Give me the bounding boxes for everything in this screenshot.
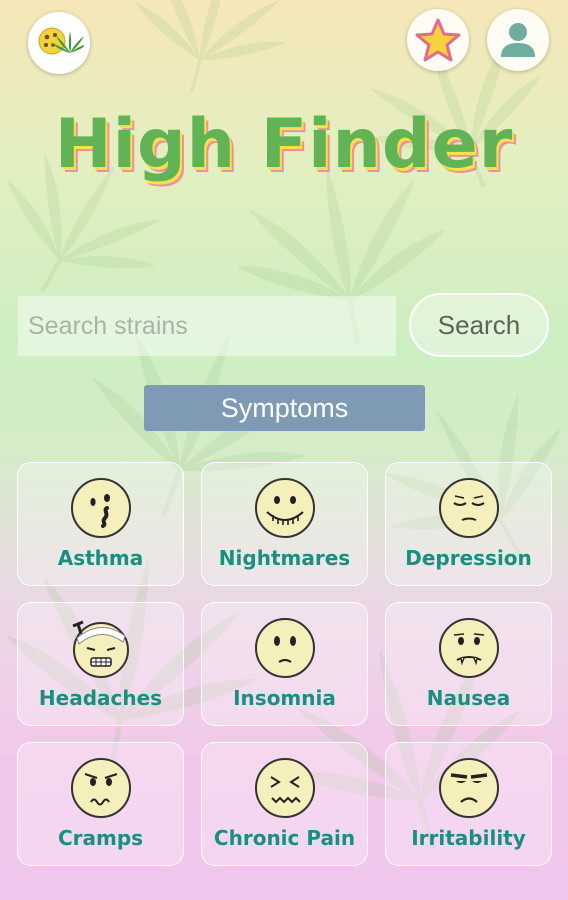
asthma-face-icon (70, 478, 131, 538)
nausea-face-icon (438, 618, 499, 678)
symptom-label: Headaches (38, 686, 163, 710)
symptom-card-chronic-pain[interactable]: Chronic Pain (201, 742, 368, 866)
symptoms-header: Symptoms (144, 385, 425, 431)
search-button[interactable]: Search (409, 293, 549, 357)
symptom-card-irritability[interactable]: Irritability (385, 742, 552, 866)
symptom-card-asthma[interactable]: Asthma (17, 462, 184, 586)
symptom-label: Cramps (57, 826, 144, 850)
nightmares-face-icon (254, 478, 315, 538)
insomnia-face-icon (254, 618, 315, 678)
symptom-label: Nightmares (218, 546, 351, 570)
symptom-card-insomnia[interactable]: Insomnia (201, 602, 368, 726)
symptom-label: Insomnia (233, 686, 336, 710)
search-input[interactable] (18, 296, 396, 356)
cookie-leaf-logo-icon (38, 27, 84, 55)
logo-button[interactable] (28, 12, 90, 74)
symptom-card-depression[interactable]: Depression (385, 462, 552, 586)
symptom-card-cramps[interactable]: Cramps (17, 742, 184, 866)
depression-face-icon (438, 478, 499, 538)
headaches-face-icon (71, 620, 129, 678)
symptom-card-headaches[interactable]: Headaches (17, 602, 184, 726)
user-icon (501, 23, 535, 57)
chronic-pain-face-icon (254, 758, 315, 818)
symptom-label: Depression (405, 546, 532, 570)
symptom-card-nausea[interactable]: Nausea (385, 602, 552, 726)
symptom-label: Nausea (426, 686, 511, 710)
symptom-card-nightmares[interactable]: Nightmares (201, 462, 368, 586)
profile-button[interactable] (487, 9, 549, 71)
irritability-face-icon (438, 758, 499, 818)
cramps-face-icon (70, 758, 131, 818)
app-title: High Finder (54, 105, 514, 184)
star-icon (415, 18, 461, 62)
favorites-button[interactable] (407, 9, 469, 71)
symptom-label: Asthma (57, 546, 144, 570)
symptom-label: Chronic Pain (213, 826, 356, 850)
symptom-label: Irritability (411, 826, 526, 850)
